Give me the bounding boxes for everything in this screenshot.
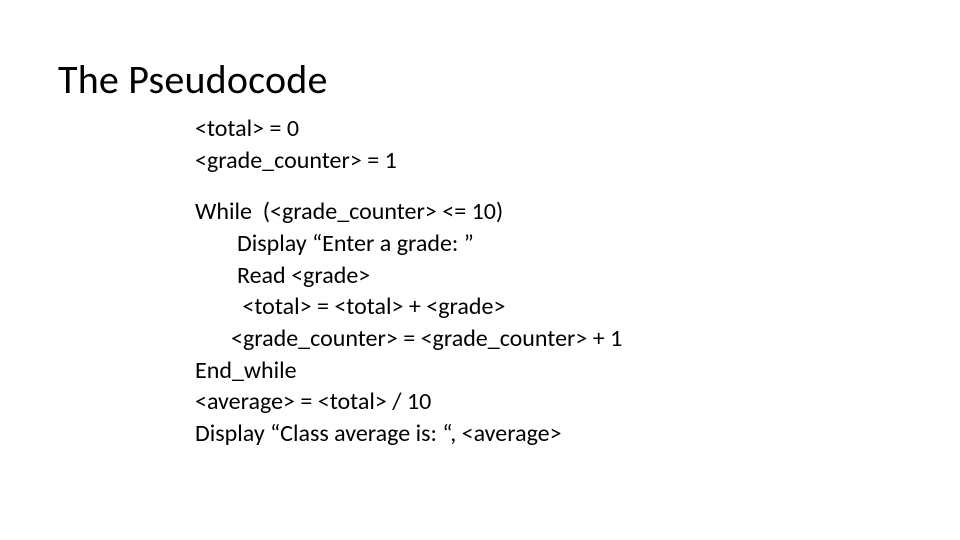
blank-line bbox=[195, 176, 622, 196]
code-line: <grade_counter> = <grade_counter> + 1 bbox=[195, 323, 622, 355]
slide-body: <total> = 0 <grade_counter> = 1 While (<… bbox=[195, 113, 622, 450]
slide-title: The Pseudocode bbox=[58, 55, 328, 104]
slide: The Pseudocode <total> = 0 <grade_counte… bbox=[0, 0, 960, 540]
code-line: <total> = 0 bbox=[195, 113, 622, 145]
code-line: Read <grade> bbox=[195, 260, 622, 292]
code-line: <average> = <total> / 10 bbox=[195, 386, 622, 418]
code-line: <total> = <total> + <grade> bbox=[195, 291, 622, 323]
code-line: <grade_counter> = 1 bbox=[195, 145, 622, 177]
code-line: Display “Class average is: “, <average> bbox=[195, 418, 622, 450]
code-line: While (<grade_counter> <= 10) bbox=[195, 196, 622, 228]
code-line: Display “Enter a grade: ” bbox=[195, 228, 622, 260]
code-line: End_while bbox=[195, 355, 622, 387]
